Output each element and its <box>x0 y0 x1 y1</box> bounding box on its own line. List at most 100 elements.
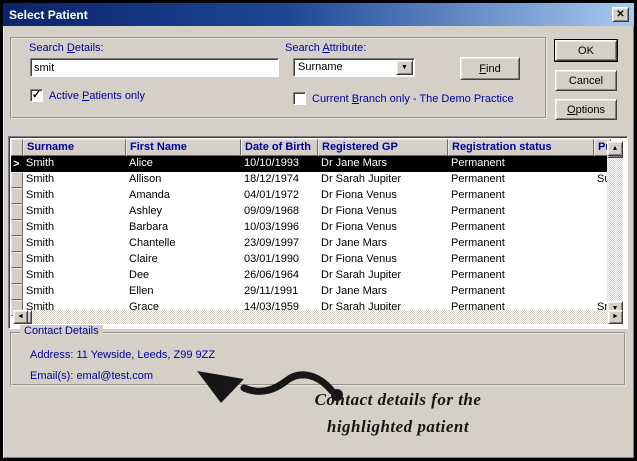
table-row[interactable]: Smith Dee 26/06/1964 Dr Sarah Jupiter Pe… <box>11 268 611 284</box>
cell-surname: Smith <box>23 220 126 236</box>
scroll-left-icon[interactable]: ◄ <box>13 310 28 324</box>
cell-registered-gp: Dr Jane Mars <box>318 236 448 252</box>
cell-dob: 04/01/1972 <box>241 188 318 204</box>
column-header-registration-status[interactable]: Registration status <box>448 139 594 156</box>
table-row[interactable]: Smith Chantelle 23/09/1997 Dr Jane Mars … <box>11 236 611 252</box>
marker-column-header <box>11 139 23 156</box>
scroll-right-icon[interactable]: ► <box>608 310 623 324</box>
close-icon[interactable]: ✕ <box>612 7 629 22</box>
vertical-scrollbar[interactable]: ▲ ▼ <box>607 141 623 316</box>
row-marker <box>11 268 23 284</box>
select-patient-dialog: Select Patient ✕ Search Details: Search … <box>0 0 637 461</box>
cell-registration-status: Permanent <box>448 236 594 252</box>
row-marker <box>11 284 23 300</box>
table-row[interactable]: Smith Ashley 09/09/1968 Dr Fiona Venus P… <box>11 204 611 220</box>
cell-dob: 10/10/1993 <box>241 156 318 172</box>
cell-registration-status: Permanent <box>448 252 594 268</box>
scroll-up-icon[interactable]: ▲ <box>607 141 623 156</box>
cell-dob: 09/09/1968 <box>241 204 318 220</box>
cell-first-name: Dee <box>126 268 241 284</box>
cell-registration-status: Permanent <box>448 220 594 236</box>
annotation-line-2: highlighted patient <box>293 413 503 440</box>
search-attribute-value: Surname <box>298 61 343 73</box>
row-marker <box>11 252 23 268</box>
cell-first-name: Chantelle <box>126 236 241 252</box>
cell-registration-status: Permanent <box>448 156 594 172</box>
current-branch-label: Current Branch only - The Demo Practice <box>312 93 514 105</box>
row-marker: > <box>11 156 23 172</box>
cell-registered-gp: Dr Sarah Jupiter <box>318 268 448 284</box>
table-row[interactable]: Smith Barbara 10/03/1996 Dr Fiona Venus … <box>11 220 611 236</box>
cell-registration-status: Permanent <box>448 268 594 284</box>
active-patients-label: Active Patients only <box>49 90 145 102</box>
table-row[interactable]: Smith Allison 18/12/1974 Dr Sarah Jupite… <box>11 172 611 188</box>
cell-surname: Smith <box>23 204 126 220</box>
cell-first-name: Amanda <box>126 188 241 204</box>
table-body: > Smith Alice 10/10/1993 Dr Jane Mars Pe… <box>11 156 625 316</box>
cell-dob: 18/12/1974 <box>241 172 318 188</box>
ok-button[interactable]: OK <box>555 40 617 61</box>
column-header-surname[interactable]: Surname <box>23 139 126 156</box>
cell-registration-status: Permanent <box>448 204 594 220</box>
column-header-registered-gp[interactable]: Registered GP <box>318 139 448 156</box>
cell-registered-gp: Dr Fiona Venus <box>318 220 448 236</box>
current-branch-checkbox[interactable] <box>293 92 306 105</box>
table-header: Surname First Name Date of Birth Registe… <box>11 139 611 156</box>
cell-surname: Smith <box>23 236 126 252</box>
column-header-dob[interactable]: Date of Birth <box>241 139 318 156</box>
cell-dob: 26/06/1964 <box>241 268 318 284</box>
options-button[interactable]: Options <box>555 99 617 120</box>
contact-email: Email(s): emal@test.com <box>30 370 153 382</box>
cancel-button[interactable]: Cancel <box>555 70 617 91</box>
cell-first-name: Ellen <box>126 284 241 300</box>
cell-registered-gp: Dr Fiona Venus <box>318 252 448 268</box>
cell-registration-status: Permanent <box>448 172 594 188</box>
row-marker <box>11 204 23 220</box>
cell-first-name: Allison <box>126 172 241 188</box>
table-row[interactable]: > Smith Alice 10/10/1993 Dr Jane Mars Pe… <box>11 156 611 172</box>
cell-surname: Smith <box>23 284 126 300</box>
chevron-down-icon[interactable]: ▼ <box>396 60 413 75</box>
cell-registered-gp: Dr Fiona Venus <box>318 188 448 204</box>
cell-first-name: Ashley <box>126 204 241 220</box>
row-marker <box>11 220 23 236</box>
cell-surname: Smith <box>23 172 126 188</box>
search-attribute-select[interactable]: Surname ▼ <box>293 58 415 77</box>
row-marker <box>11 172 23 188</box>
find-button[interactable]: Find <box>460 57 520 80</box>
contact-details-legend: Contact Details <box>20 325 103 337</box>
cell-registered-gp: Dr Fiona Venus <box>318 204 448 220</box>
cell-surname: Smith <box>23 252 126 268</box>
cell-registered-gp: Dr Jane Mars <box>318 156 448 172</box>
window-title: Select Patient <box>3 8 88 22</box>
cell-first-name: Barbara <box>126 220 241 236</box>
row-marker <box>11 236 23 252</box>
title-bar: Select Patient <box>3 3 634 26</box>
search-attribute-label: Search Attribute: <box>285 42 366 54</box>
active-patients-checkbox[interactable]: ✓ <box>30 89 43 102</box>
table-row[interactable]: Smith Amanda 04/01/1972 Dr Fiona Venus P… <box>11 188 611 204</box>
cell-registered-gp: Dr Sarah Jupiter <box>318 172 448 188</box>
horizontal-scrollbar[interactable]: ◄ ► <box>13 310 623 324</box>
column-header-first-name[interactable]: First Name <box>126 139 241 156</box>
cell-registered-gp: Dr Jane Mars <box>318 284 448 300</box>
cell-dob: 03/01/1990 <box>241 252 318 268</box>
patient-table: Surname First Name Date of Birth Registe… <box>8 136 628 329</box>
cell-surname: Smith <box>23 156 126 172</box>
search-input[interactable] <box>30 58 279 77</box>
cell-surname: Smith <box>23 268 126 284</box>
cell-dob: 10/03/1996 <box>241 220 318 236</box>
cell-dob: 23/09/1997 <box>241 236 318 252</box>
cell-registration-status: Permanent <box>448 284 594 300</box>
cell-dob: 29/11/1991 <box>241 284 318 300</box>
cell-surname: Smith <box>23 188 126 204</box>
cell-first-name: Claire <box>126 252 241 268</box>
annotation-callout: Contact details for the highlighted pati… <box>293 386 503 440</box>
row-marker <box>11 188 23 204</box>
search-details-label: Search Details: <box>29 42 104 54</box>
table-row[interactable]: Smith Ellen 29/11/1991 Dr Jane Mars Perm… <box>11 284 611 300</box>
cell-first-name: Alice <box>126 156 241 172</box>
cell-registration-status: Permanent <box>448 188 594 204</box>
table-row[interactable]: Smith Claire 03/01/1990 Dr Fiona Venus P… <box>11 252 611 268</box>
annotation-line-1: Contact details for the <box>293 386 503 413</box>
